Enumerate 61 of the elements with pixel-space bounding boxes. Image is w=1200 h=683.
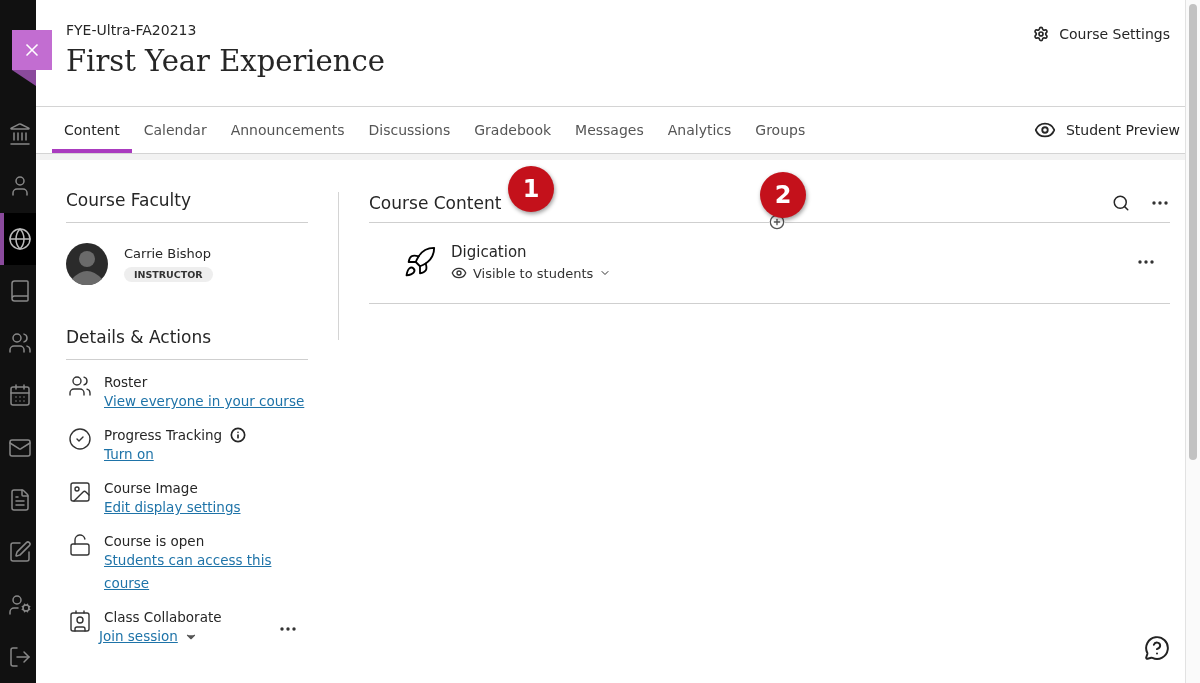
more-button[interactable] xyxy=(1136,258,1156,266)
detail-title: Course is open xyxy=(104,533,205,549)
nav-item[interactable] xyxy=(0,212,36,265)
unlocked-icon xyxy=(68,533,92,557)
visibility-dropdown[interactable]: Visible to students xyxy=(451,265,612,281)
more-icon xyxy=(1138,260,1154,264)
detail-link[interactable]: Students can access this course xyxy=(104,549,308,595)
instructor-name: Carrie Bishop xyxy=(124,246,212,261)
institution-icon xyxy=(8,122,32,147)
globe-icon xyxy=(8,226,32,251)
more-button[interactable] xyxy=(1150,199,1170,207)
detail-link[interactable]: Edit display settings xyxy=(104,496,241,519)
student-preview-button[interactable]: Student Preview xyxy=(1033,118,1180,142)
more-icon xyxy=(280,626,296,631)
role-tag: INSTRUCTOR xyxy=(124,267,213,282)
calendar-icon xyxy=(8,383,32,408)
section-heading: Course Content xyxy=(369,193,502,213)
corner-fold xyxy=(12,70,36,86)
logout-icon xyxy=(8,644,32,669)
more-button[interactable] xyxy=(278,624,298,633)
document-icon xyxy=(8,488,32,512)
image-icon xyxy=(68,480,92,504)
section-heading: Course Faculty xyxy=(66,186,308,223)
user-gear-icon xyxy=(8,592,32,617)
help-icon xyxy=(1144,635,1170,661)
detail-link[interactable]: Turn on xyxy=(104,443,154,466)
tab[interactable]: Groups xyxy=(743,107,818,153)
tab[interactable]: Calendar xyxy=(131,107,219,153)
detail-title: Roster xyxy=(104,374,148,390)
detail-title: Class Collaborate xyxy=(104,609,222,625)
add-icon xyxy=(768,214,785,230)
book-icon xyxy=(8,278,32,303)
callout-badge: 2 xyxy=(760,172,806,218)
help-button[interactable] xyxy=(1144,635,1170,661)
eye-icon xyxy=(451,265,467,281)
tab[interactable]: Announcements xyxy=(218,107,357,153)
search-icon xyxy=(1112,194,1130,212)
tab[interactable]: Analytics xyxy=(655,107,744,153)
course-code: FYE-Ultra-FA20213 xyxy=(66,22,198,38)
course-settings-button[interactable]: Course Settings xyxy=(1033,22,1170,46)
rocket-icon xyxy=(403,245,437,279)
content-title[interactable]: Digication xyxy=(451,243,1122,261)
detail-title: Progress Tracking xyxy=(104,427,223,443)
people-icon xyxy=(68,374,92,398)
scrollbar[interactable] xyxy=(1185,0,1200,683)
tab[interactable]: Messages xyxy=(563,107,656,153)
callout-badge: 1 xyxy=(508,166,554,212)
settings-icon xyxy=(1033,26,1050,42)
tab[interactable]: Discussions xyxy=(356,107,463,153)
section-heading: Details & Actions xyxy=(66,315,308,360)
course-title: First Year Experience xyxy=(66,44,385,78)
detail-link[interactable]: View everyone in your course xyxy=(104,390,305,413)
info-icon xyxy=(230,427,247,443)
check-circle-icon xyxy=(68,427,92,451)
people-icon xyxy=(8,331,32,356)
tab[interactable]: Gradebook xyxy=(462,107,564,153)
detail-title: Course Image xyxy=(104,480,198,496)
edit-icon xyxy=(8,540,32,565)
detail-link[interactable]: Join session xyxy=(99,625,178,648)
more-icon xyxy=(1152,201,1168,205)
avatar xyxy=(66,243,108,285)
